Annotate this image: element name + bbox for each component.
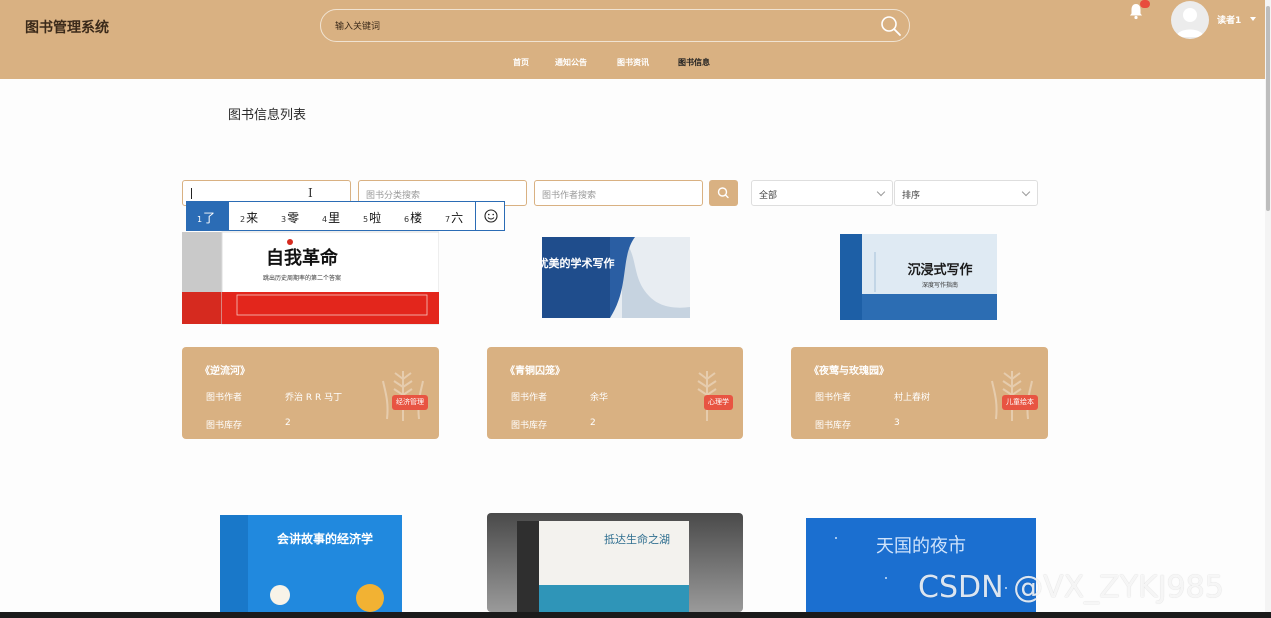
smiley-icon	[484, 209, 498, 223]
bottom-edge	[0, 612, 1271, 618]
category-select-value: 全部	[759, 191, 778, 201]
book-card-3[interactable]: 《夜莺与玫瑰园》 图书作者 村上春树 图书库存 3 儿童绘本	[791, 347, 1048, 439]
author-value: 乔治 R R 马丁	[285, 393, 343, 403]
ime-candidate-4[interactable]: 4里	[322, 209, 340, 226]
filter-search-button[interactable]	[709, 180, 738, 206]
global-search-box[interactable]: 输入关键词	[320, 9, 910, 42]
scrollbar-thumb[interactable]	[1266, 6, 1270, 211]
cover-title: 自我革命	[266, 247, 339, 269]
notification-badge	[1140, 0, 1150, 8]
chevron-down-icon	[1021, 187, 1031, 197]
ime-candidate-5[interactable]: 5啦	[363, 209, 381, 226]
book-card-1[interactable]: 《逆流河》 图书作者 乔治 R R 马丁 图书库存 2 经济管理	[182, 347, 439, 439]
user-dropdown-caret-icon[interactable]	[1250, 17, 1256, 21]
nav-book-info[interactable]: 图书信息	[678, 57, 710, 68]
category-tag: 儿童绘本	[1002, 395, 1038, 410]
stock-value: 2	[590, 418, 596, 428]
book-cover-image: 自我革命 跳出历史周期率的第二个答案	[182, 229, 439, 326]
stock-value: 2	[285, 418, 291, 428]
category-select[interactable]: 全部	[751, 180, 893, 206]
author-label: 图书作者	[511, 393, 548, 403]
sort-select-value: 排序	[902, 191, 921, 201]
nav-notice[interactable]: 通知公告	[555, 57, 587, 68]
book-cover-image: 优美的学术写作	[540, 237, 690, 318]
search-placeholder: 输入关键词	[335, 22, 381, 32]
page-scrollbar[interactable]	[1265, 0, 1271, 618]
nav-home[interactable]: 首页	[513, 57, 529, 68]
page: 图书管理系统 输入关键词 读者1 首页 通知公告 图书资讯 图书信息 图书信息列…	[0, 0, 1271, 618]
author-search-input[interactable]: 图书作者搜索	[534, 180, 703, 206]
ime-candidate-2[interactable]: 2来	[240, 209, 258, 226]
ime-candidate-3[interactable]: 3零	[281, 209, 299, 226]
search-icon[interactable]	[879, 14, 903, 38]
book-title: 《青铜囚笼》	[505, 366, 565, 377]
avatar[interactable]	[1171, 1, 1209, 39]
text-caret	[191, 188, 192, 199]
book-cover-image: 抵达生命之湖	[487, 513, 743, 612]
cover-title: 会讲故事的经济学	[277, 531, 373, 546]
user-avatar-icon	[1176, 8, 1204, 37]
username[interactable]: 读者1	[1217, 13, 1241, 26]
book-cover-image: 会讲故事的经济学	[220, 513, 402, 612]
book-card-2[interactable]: 《青铜囚笼》 图书作者 余华 图书库存 2 心理学	[487, 347, 743, 439]
book-cover-5[interactable]: 抵达生命之湖	[487, 513, 743, 612]
ime-candidate-6[interactable]: 6楼	[404, 209, 422, 226]
cover-subtitle: 深度写作指南	[922, 281, 958, 289]
wheat-icon	[991, 371, 1033, 421]
book-cover-3[interactable]: 沉浸式写作 深度写作指南	[840, 234, 997, 320]
sort-select[interactable]: 排序	[894, 180, 1038, 206]
category-tag: 经济管理	[392, 395, 428, 410]
wheat-icon	[697, 371, 717, 421]
brand-title: 图书管理系统	[25, 20, 109, 36]
ime-candidate-1[interactable]: 1了	[187, 202, 229, 230]
category-tag: 心理学	[704, 395, 733, 410]
nav-book-news[interactable]: 图书资讯	[617, 57, 649, 68]
section-title: 图书信息列表	[228, 108, 307, 123]
watermark: CSDN @VX_ZYKJ985	[918, 570, 1224, 605]
author-placeholder: 图书作者搜索	[542, 191, 597, 201]
ime-candidate-7[interactable]: 7六	[445, 209, 463, 226]
stock-label: 图书库存	[815, 421, 852, 431]
chevron-down-icon	[876, 187, 886, 197]
ime-emoji-button[interactable]	[475, 202, 505, 230]
book-title: 《夜莺与玫瑰园》	[809, 366, 889, 377]
stock-value: 3	[894, 418, 900, 428]
stock-label: 图书库存	[206, 421, 243, 431]
cover-title: 天国的夜市	[876, 536, 966, 557]
stock-label: 图书库存	[511, 421, 548, 431]
book-cover-1[interactable]: 自我革命 跳出历史周期率的第二个答案	[182, 229, 439, 326]
wheat-icon	[382, 371, 424, 421]
book-cover-4[interactable]: 会讲故事的经济学	[220, 513, 402, 612]
book-cover-image: 沉浸式写作 深度写作指南	[840, 234, 997, 320]
author-value: 余华	[590, 393, 609, 403]
cover-title: 优美的学术写作	[540, 256, 615, 270]
category-placeholder: 图书分类搜索	[366, 191, 421, 201]
cover-title: 沉浸式写作	[907, 262, 972, 278]
cover-subtitle: 跳出历史周期率的第二个答案	[263, 274, 341, 282]
book-title: 《逆流河》	[200, 366, 250, 377]
author-value: 村上春树	[894, 393, 931, 403]
search-icon	[717, 187, 729, 199]
cover-title: 抵达生命之湖	[604, 532, 670, 546]
author-label: 图书作者	[815, 393, 852, 403]
top-header: 图书管理系统 输入关键词 读者1 首页 通知公告 图书资讯 图书信息	[0, 0, 1271, 79]
ibeam-cursor-icon: I	[308, 186, 313, 200]
author-label: 图书作者	[206, 393, 243, 403]
book-cover-2[interactable]: 优美的学术写作	[540, 237, 690, 318]
ime-candidate-bar: 1了 2来 3零 4里 5啦 6楼 7六	[186, 201, 505, 231]
